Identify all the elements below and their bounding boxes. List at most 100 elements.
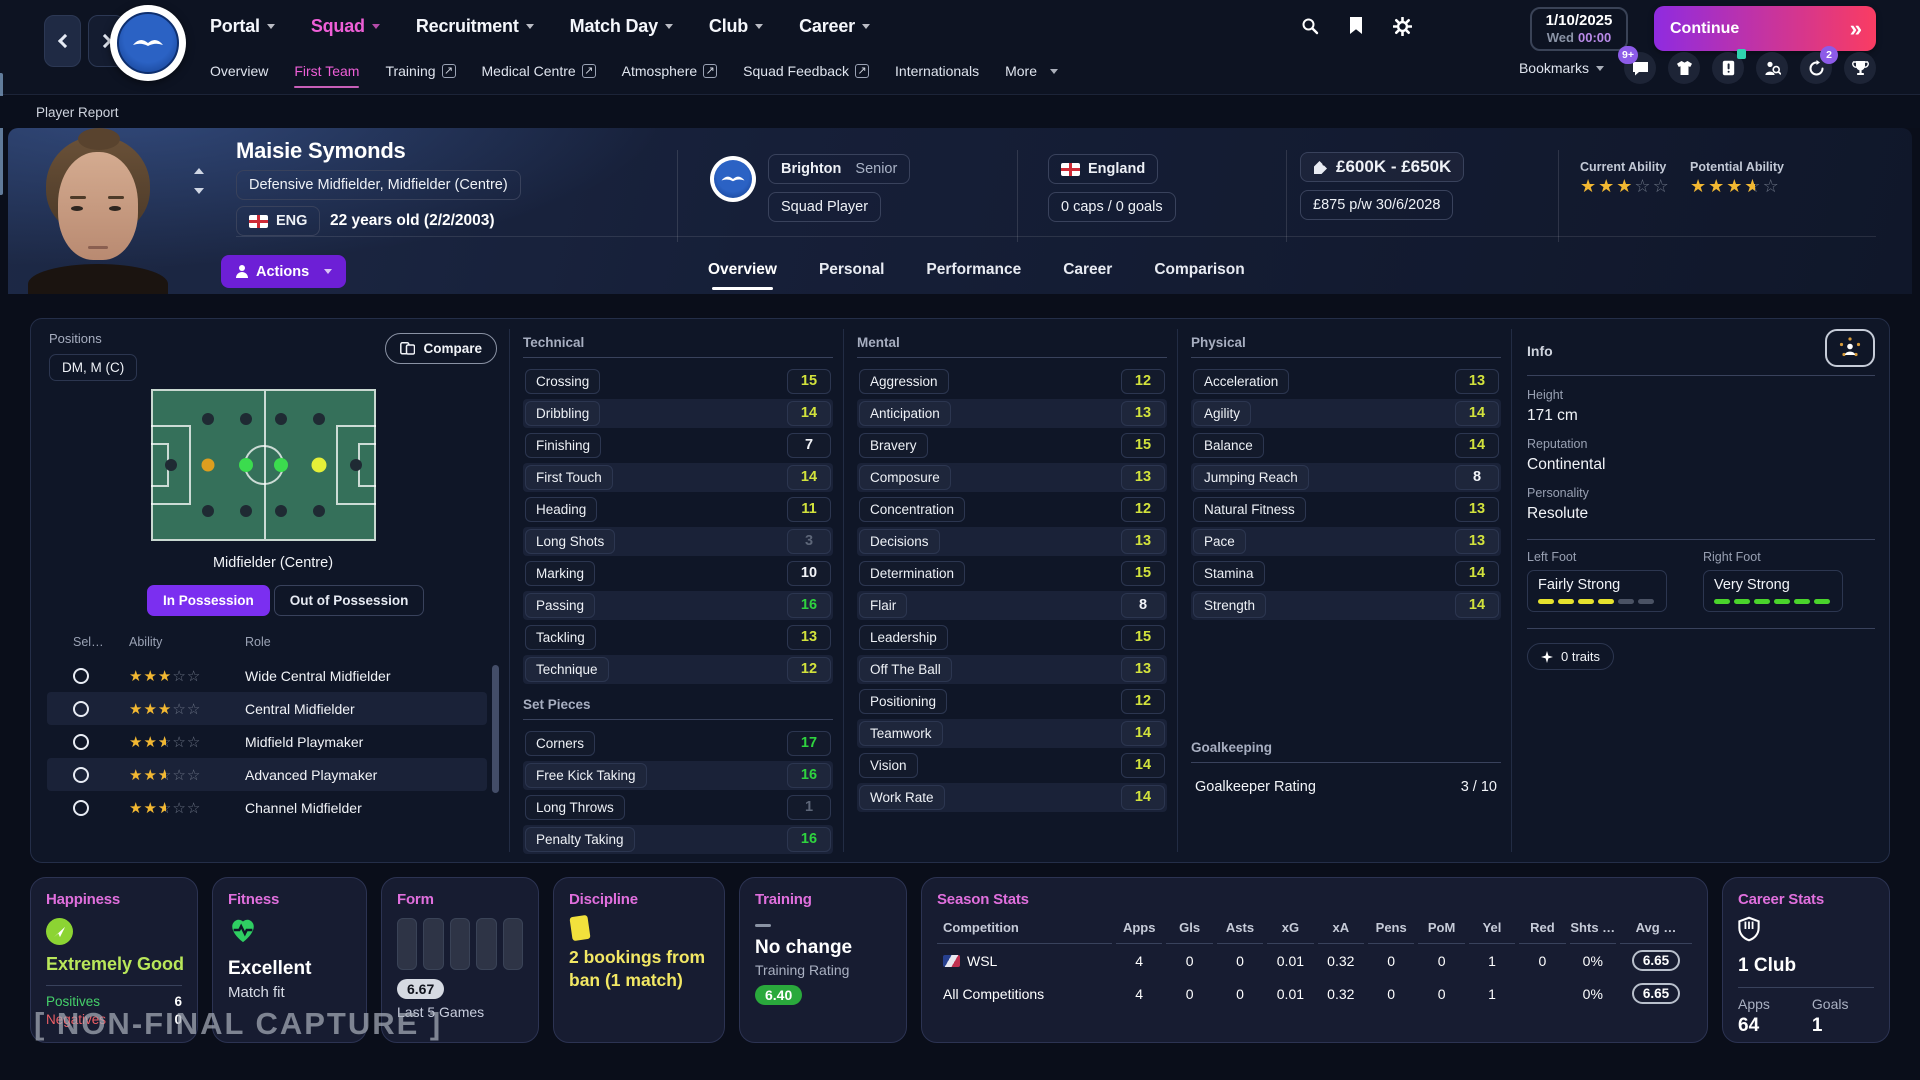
role-row[interactable]: ★★★☆☆☆Channel Midfielder bbox=[47, 791, 487, 824]
player-tabs: Overview Personal Performance Career Compari… bbox=[708, 246, 1245, 294]
player-cycle-buttons[interactable] bbox=[194, 168, 204, 194]
attribute-value: 13 bbox=[1121, 401, 1165, 426]
positions-summary-pill: DM, M (C) bbox=[49, 354, 137, 381]
menu-match-day[interactable]: Match Day bbox=[570, 16, 673, 37]
continue-button[interactable]: Continue » bbox=[1654, 6, 1876, 51]
training-sub: Training Rating bbox=[755, 962, 891, 978]
role-row[interactable]: ★★★☆☆☆Advanced Playmaker bbox=[47, 758, 487, 791]
role-row[interactable]: ★★★☆☆☆Midfield Playmaker bbox=[47, 725, 487, 758]
possession-in-possession[interactable]: In Possession bbox=[147, 585, 270, 616]
attribute-name: Jumping Reach bbox=[1193, 465, 1309, 490]
club-team-pill[interactable]: BrightonSenior bbox=[768, 154, 910, 184]
edge-indicator bbox=[0, 73, 3, 195]
foot-strength-segment bbox=[1754, 599, 1770, 604]
subnav-training[interactable]: Training↗ bbox=[385, 63, 455, 79]
tab-personal[interactable]: Personal bbox=[819, 246, 884, 294]
actions-button[interactable]: Actions bbox=[221, 255, 346, 288]
menu-career[interactable]: Career bbox=[799, 16, 870, 37]
bookmark-icon[interactable] bbox=[1346, 16, 1366, 36]
role-list-scrollbar[interactable] bbox=[492, 665, 499, 793]
menu-portal[interactable]: Portal bbox=[210, 16, 275, 37]
subnav-squad-feedback[interactable]: Squad Feedback↗ bbox=[743, 63, 869, 79]
role-row[interactable]: ★★★☆☆Central Midfielder bbox=[47, 692, 487, 725]
star-full: ★ bbox=[1598, 176, 1616, 196]
role-row[interactable]: ★★★☆☆Wide Central Midfielder bbox=[47, 659, 487, 692]
mental-title: Mental bbox=[857, 335, 1167, 358]
attribute-row: Natural Fitness13 bbox=[1191, 495, 1501, 524]
nation-pill[interactable]: England bbox=[1048, 154, 1158, 184]
training-status: No change bbox=[755, 937, 891, 959]
attribute-name: Off The Ball bbox=[859, 657, 952, 682]
current-ability-stars: ★★★☆☆ bbox=[1580, 176, 1671, 197]
season-stat-cell: 0% bbox=[1570, 977, 1616, 1010]
position-dot-green bbox=[274, 458, 288, 472]
tab-overview[interactable]: Overview bbox=[708, 246, 777, 294]
squad-shirt-icon[interactable] bbox=[1668, 52, 1700, 84]
fm-player-report-screen: Portal Squad Recruitment Match Day Club Caree… bbox=[0, 0, 1920, 1080]
star-full: ★ bbox=[129, 800, 143, 817]
fitness-sub: Match fit bbox=[228, 984, 351, 1001]
role-ability-stars: ★★★☆☆☆ bbox=[129, 733, 245, 751]
tab-performance[interactable]: Performance bbox=[926, 246, 1021, 294]
game-date[interactable]: 1/10/2025 Wed00:00 bbox=[1530, 7, 1628, 51]
subnav-atmosphere[interactable]: Atmosphere↗ bbox=[622, 63, 717, 79]
trophy-icon[interactable] bbox=[1844, 52, 1876, 84]
role-radio[interactable] bbox=[73, 800, 89, 816]
attribute-row: Concentration12 bbox=[857, 495, 1167, 524]
attribute-value: 12 bbox=[1121, 689, 1165, 714]
role-radio[interactable] bbox=[73, 668, 89, 684]
subnav-more[interactable]: More bbox=[1005, 63, 1058, 79]
attribute-value: 11 bbox=[787, 497, 831, 522]
subnav-label: More bbox=[1005, 63, 1037, 79]
possession-out-of-possession[interactable]: Out of Possession bbox=[274, 585, 425, 616]
season-col-header: Pens bbox=[1368, 920, 1414, 944]
subnav-first-team[interactable]: First Team bbox=[294, 63, 359, 79]
bookmarks-dropdown[interactable]: Bookmarks bbox=[1519, 60, 1604, 76]
attribute-row: Agility14 bbox=[1191, 399, 1501, 428]
subnav-medical-centre[interactable]: Medical Centre↗ bbox=[482, 63, 596, 79]
search-icon[interactable] bbox=[1300, 16, 1320, 36]
role-radio[interactable] bbox=[73, 734, 89, 750]
menu-squad[interactable]: Squad bbox=[311, 16, 380, 37]
pitch-caption: Midfielder (Centre) bbox=[47, 555, 499, 571]
gear-icon[interactable] bbox=[1392, 16, 1412, 36]
attribute-radar-button[interactable] bbox=[1825, 329, 1875, 367]
subnav-internationals[interactable]: Internationals bbox=[895, 63, 979, 79]
season-col-header: xA bbox=[1318, 920, 1364, 944]
season-stats-card: Season Stats CompetitionAppsGlsAstsxGxAP… bbox=[921, 877, 1708, 1043]
attribute-row: Heading11 bbox=[523, 495, 833, 524]
menu-recruitment[interactable]: Recruitment bbox=[416, 16, 534, 37]
back-button[interactable] bbox=[44, 15, 81, 67]
competition-name: WSL bbox=[967, 953, 997, 969]
attribute-name: Vision bbox=[859, 753, 918, 778]
season-col-header: PoM bbox=[1418, 920, 1464, 944]
attribute-row: Work Rate14 bbox=[857, 783, 1167, 812]
inbox-messages-icon[interactable]: 9+ bbox=[1624, 52, 1656, 84]
menu-club[interactable]: Club bbox=[709, 16, 763, 37]
tab-comparison[interactable]: Comparison bbox=[1154, 246, 1244, 294]
star-full: ★ bbox=[129, 701, 143, 718]
season-stat-cell: 0 bbox=[1217, 944, 1263, 977]
tab-career[interactable]: Career bbox=[1063, 246, 1112, 294]
potential-ability-stars: ★★★★☆☆ bbox=[1690, 176, 1781, 197]
attribute-value: 12 bbox=[1121, 369, 1165, 394]
subnav-overview[interactable]: Overview bbox=[210, 63, 268, 79]
role-radio[interactable] bbox=[73, 767, 89, 783]
star-empty: ☆ bbox=[172, 701, 186, 718]
avg-rating-pill: 6.65 bbox=[1632, 950, 1680, 971]
season-stat-cell: 1 bbox=[1469, 944, 1515, 977]
report-card-icon[interactable] bbox=[1712, 52, 1744, 84]
club-crest-icon[interactable] bbox=[110, 5, 186, 81]
compare-button[interactable]: Compare bbox=[385, 333, 497, 364]
star-full: ★ bbox=[143, 767, 157, 784]
form-bar bbox=[397, 918, 417, 970]
role-radio[interactable] bbox=[73, 701, 89, 717]
traits-pill[interactable]: 0 traits bbox=[1527, 643, 1614, 670]
scouting-icon[interactable] bbox=[1756, 52, 1788, 84]
star-empty: ☆ bbox=[172, 734, 186, 751]
rotation-icon[interactable]: 2 bbox=[1800, 52, 1832, 84]
technical-title: Technical bbox=[523, 335, 833, 358]
role-name: Advanced Playmaker bbox=[245, 767, 487, 783]
position-dot-green bbox=[239, 458, 253, 472]
role-ability-stars: ★★★☆☆ bbox=[129, 667, 245, 685]
